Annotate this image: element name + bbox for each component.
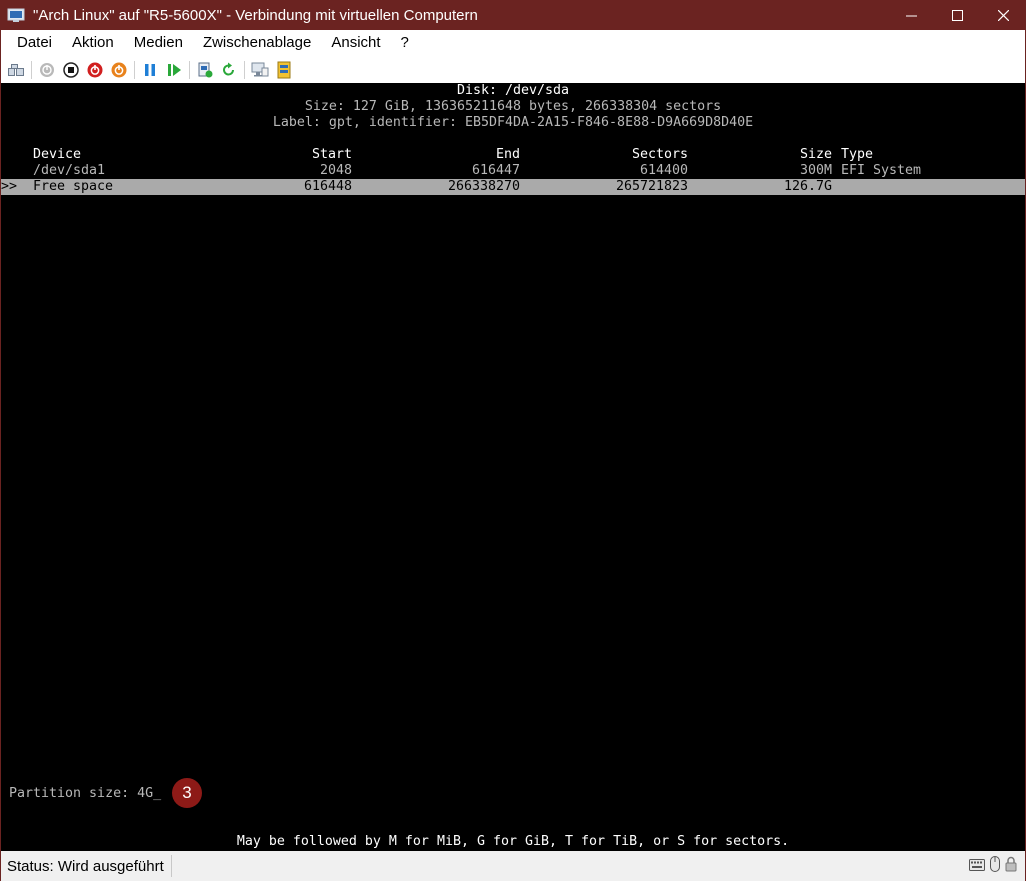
pause-icon [145, 63, 155, 76]
disk-name: Disk: /dev/sda [456, 83, 570, 98]
vm-console-screen[interactable]: Disk: /dev/sda Size: 127 GiB, 1363652116… [1, 83, 1025, 851]
header-end: End [495, 147, 520, 162]
save-state-button[interactable] [107, 59, 131, 81]
terminal-line: Label: gpt, identifier: EB5DF4DA-2A15-F8… [1, 115, 1025, 131]
header-sectors: Sectors [631, 147, 688, 162]
start-icon [40, 62, 54, 77]
vm-connect-app-icon [7, 8, 25, 23]
lock-icon [1005, 856, 1017, 877]
resume-button[interactable] [162, 59, 186, 81]
menu-zwischenablage[interactable]: Zwischenablage [193, 30, 321, 56]
turn-off-icon [63, 61, 79, 78]
checkpoint-button[interactable] [193, 59, 217, 81]
revert-button[interactable] [217, 59, 241, 81]
save-state-icon [111, 62, 127, 77]
toolbar [1, 56, 1025, 83]
enhanced-session-button[interactable] [248, 59, 272, 81]
terminal-line: Size: 127 GiB, 136365211648 bytes, 26633… [1, 99, 1025, 115]
share-button[interactable] [272, 59, 296, 81]
turn-off-button[interactable] [59, 59, 83, 81]
minimize-icon [905, 15, 917, 16]
prompt-label: Partition size: [9, 786, 138, 801]
revert-icon [223, 62, 234, 75]
mouse-icon [990, 856, 1000, 877]
row-end: 616447 [471, 163, 520, 178]
window-title: "Arch Linux" auf "R5-5600X" - Verbindung… [33, 6, 478, 24]
text-cursor: _ [153, 786, 162, 801]
row-device: Free space [33, 179, 114, 194]
header-device: Device [33, 147, 82, 162]
row-marker: >> [1, 179, 18, 194]
close-icon [997, 9, 1009, 21]
row-type: EFI System [841, 163, 922, 178]
menu-medien[interactable]: Medien [124, 30, 193, 56]
ctrl-alt-del-button[interactable] [4, 59, 28, 81]
row-size: 300M [799, 163, 832, 178]
shutdown-icon [87, 62, 103, 77]
close-button[interactable] [980, 0, 1026, 30]
resume-icon [168, 63, 181, 76]
header-size: Size [799, 147, 832, 162]
row-start: 2048 [319, 163, 352, 178]
row-device: /dev/sda1 [33, 163, 106, 178]
disk-size: Size: 127 GiB, 136365211648 bytes, 26633… [304, 99, 722, 114]
row-sectors: 265721823 [615, 179, 688, 194]
menu-ansicht[interactable]: Ansicht [321, 30, 390, 56]
row-size: 126.7G [783, 179, 832, 194]
enhanced-session-icon [251, 62, 269, 76]
size-hint: May be followed by M for MiB, G for GiB,… [236, 834, 790, 849]
toolbar-separator [189, 60, 190, 79]
pause-button[interactable] [138, 59, 162, 81]
terminal-line: Disk: /dev/sda [1, 83, 1025, 99]
keyboard-icon [969, 858, 985, 876]
title-bar[interactable]: "Arch Linux" auf "R5-5600X" - Verbindung… [0, 0, 1026, 30]
table-header: Device Start End Sectors Size Type [1, 147, 1025, 163]
status-separator [170, 855, 172, 877]
partition-row[interactable]: /dev/sda1 2048 616447 614400 300M EFI Sy… [1, 163, 1025, 179]
checkpoint-icon [198, 62, 213, 77]
menu-help[interactable]: ? [391, 30, 419, 56]
partition-size-prompt[interactable]: Partition size: 4G_ [1, 786, 1025, 802]
shutdown-button[interactable] [83, 59, 107, 81]
toolbar-separator [134, 60, 135, 79]
header-type: Type [841, 147, 874, 162]
start-button[interactable] [35, 59, 59, 81]
partition-row-selected[interactable]: >> Free space 616448 266338270 265721823… [1, 179, 1025, 195]
ctrl-alt-del-icon [8, 63, 24, 76]
status-bar: Status: Wird ausgeführt [1, 851, 1025, 881]
row-sectors: 614400 [639, 163, 688, 178]
toolbar-separator [31, 60, 32, 79]
menu-aktion[interactable]: Aktion [62, 30, 124, 56]
annotation-badge: 3 [172, 778, 202, 808]
minimize-button[interactable] [888, 0, 934, 30]
status-text: Status: Wird ausgeführt [7, 857, 164, 875]
maximize-icon [951, 9, 963, 21]
row-start: 616448 [303, 179, 352, 194]
disk-label: Label: gpt, identifier: EB5DF4DA-2A15-F8… [272, 115, 754, 130]
share-icon [277, 61, 291, 78]
header-start: Start [311, 147, 352, 162]
menu-bar: Datei Aktion Medien Zwischenablage Ansic… [1, 30, 1025, 56]
toolbar-separator [244, 60, 245, 79]
terminal-line: May be followed by M for MiB, G for GiB,… [1, 834, 1025, 850]
prompt-value: 4G [137, 786, 154, 801]
row-end: 266338270 [447, 179, 520, 194]
maximize-button[interactable] [934, 0, 980, 30]
menu-datei[interactable]: Datei [1, 30, 62, 56]
